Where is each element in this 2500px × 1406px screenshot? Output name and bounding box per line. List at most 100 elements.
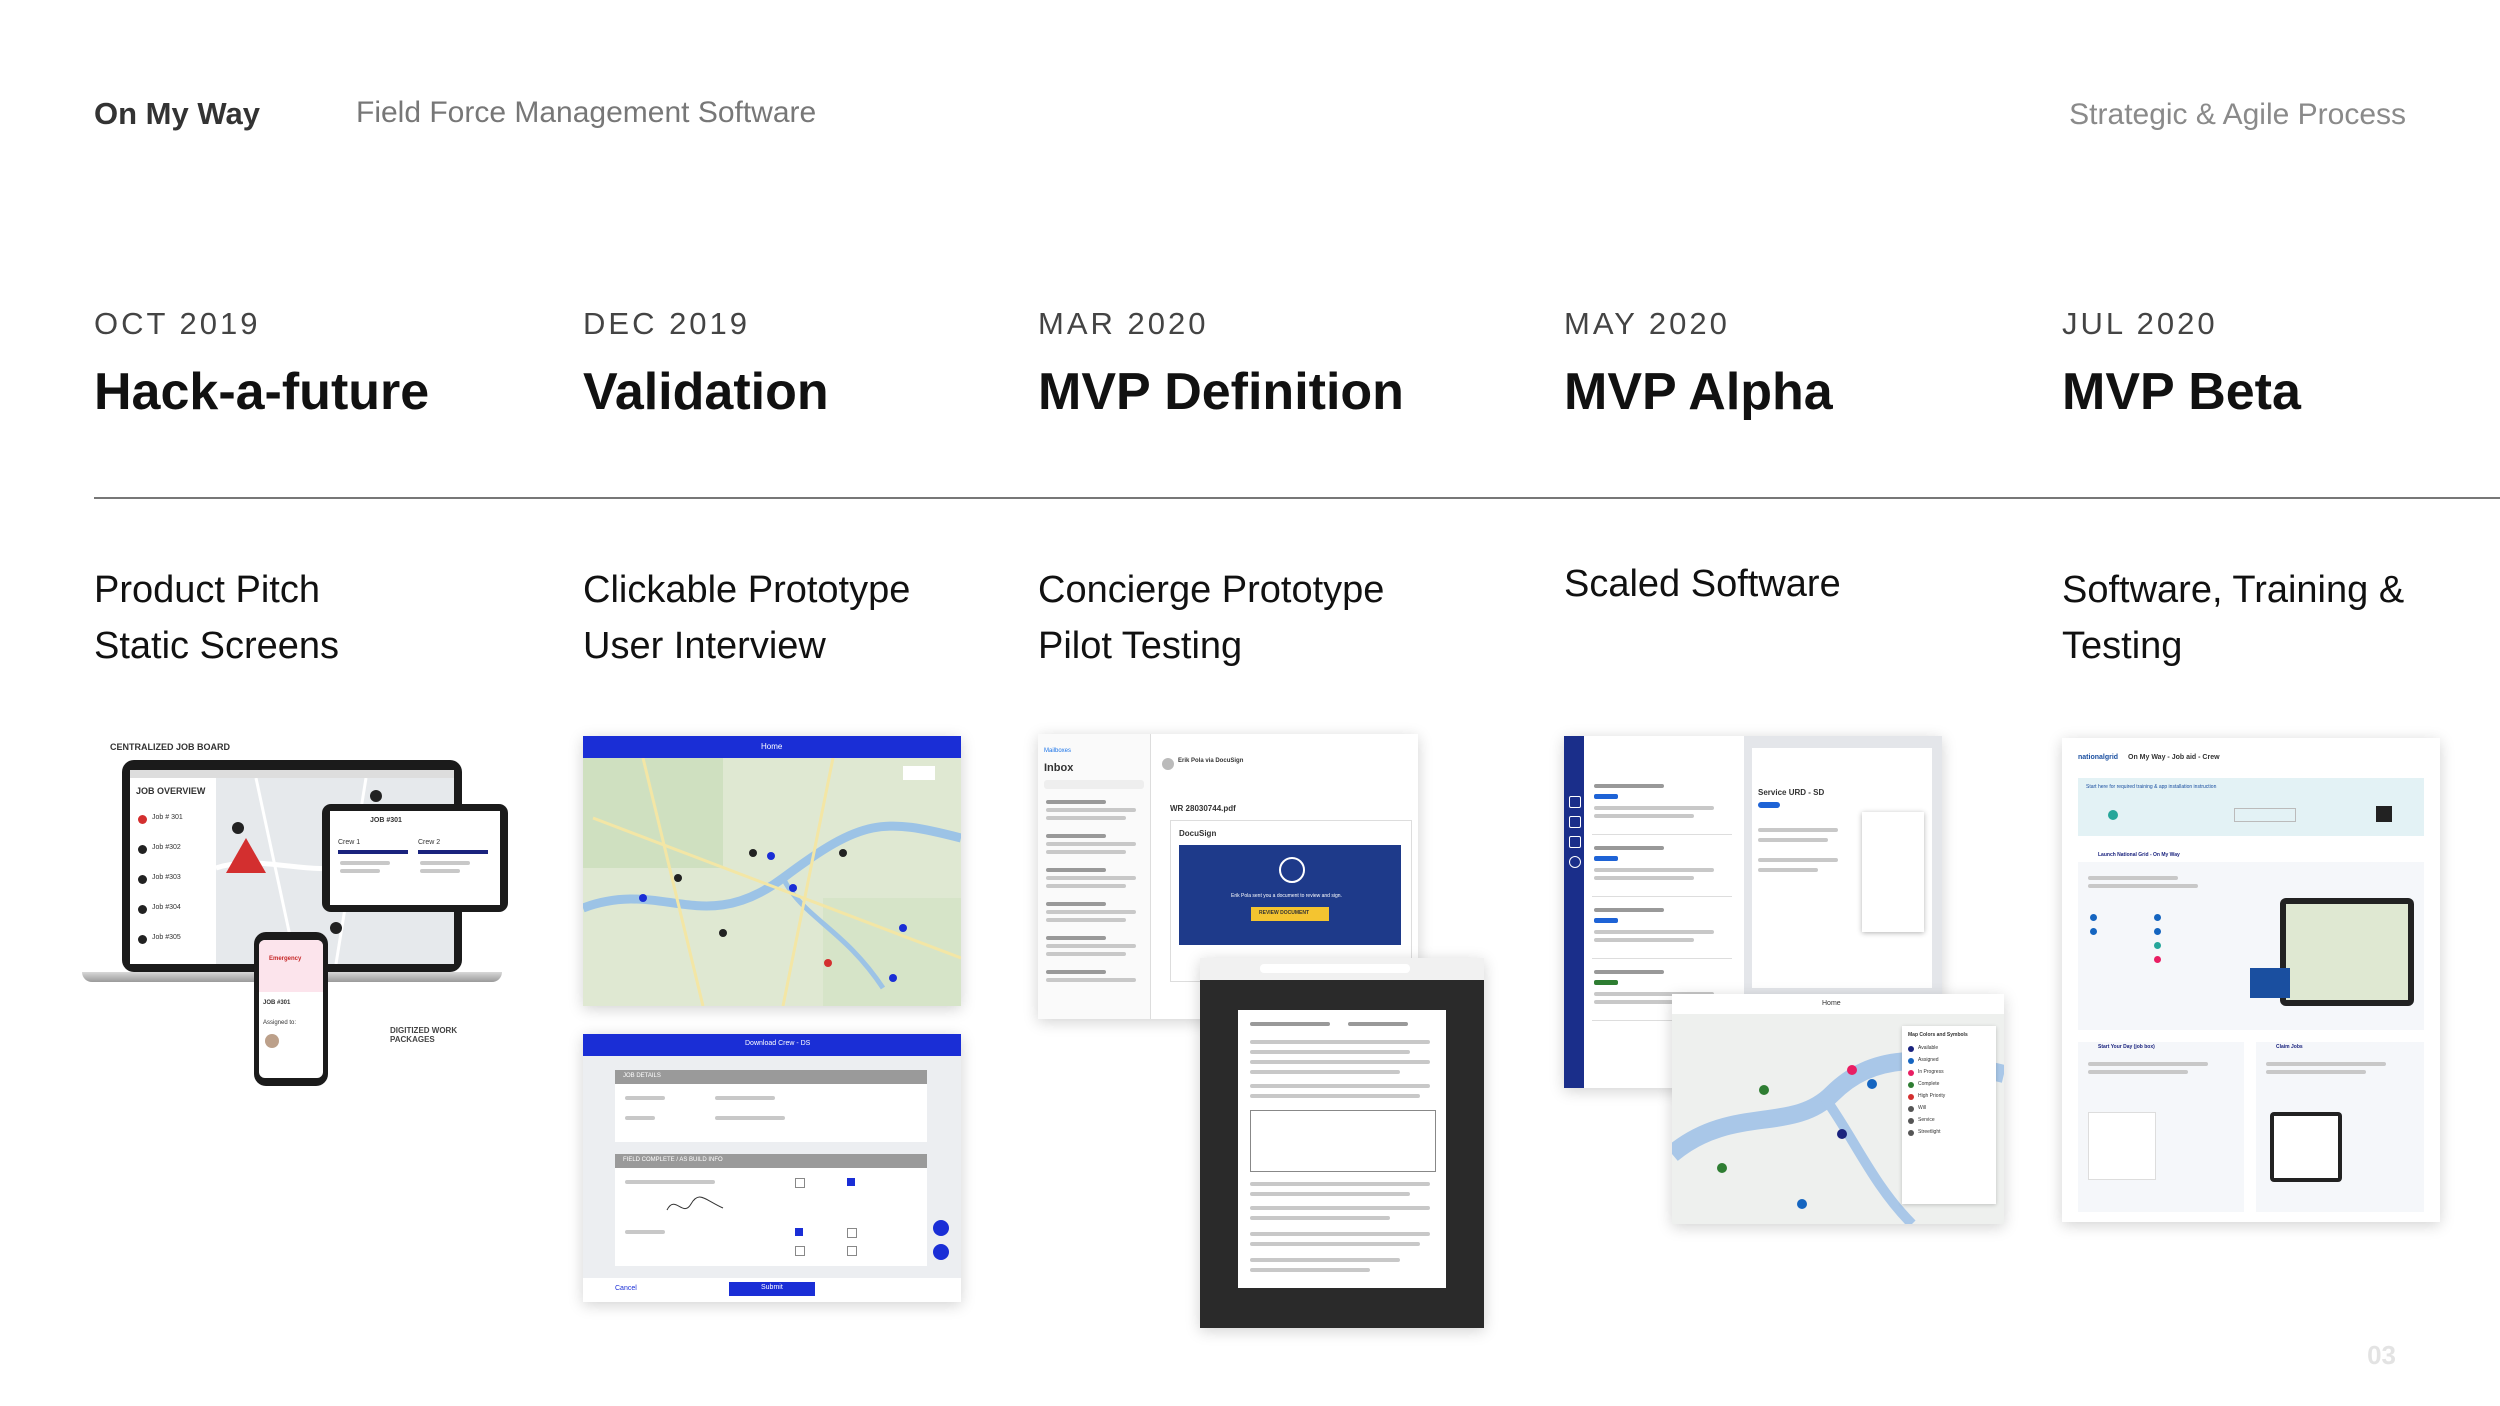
banner-text: Start here for required training & app i… — [2086, 784, 2217, 790]
search-input[interactable] — [1044, 780, 1144, 789]
validation-form-screen: Download Crew - DS JOB DETAILS FIELD COM… — [583, 1034, 961, 1302]
job-list-panel: JOB OVERVIEW Job # 301 Job #302 Job #303… — [130, 778, 216, 964]
desc-line-1: Software, Training & — [2062, 569, 2405, 611]
settings-icon[interactable] — [1569, 856, 1581, 868]
timeline-divider — [94, 497, 2500, 499]
job-item[interactable]: Job #304 — [152, 904, 181, 911]
inbox-title: Inbox — [1044, 762, 1074, 774]
job-aid-title: On My Way - Job aid - Crew — [2128, 754, 2220, 761]
assigned-label: Assigned to: — [263, 1020, 297, 1026]
service-detail-panel: Service URD - SD — [1744, 736, 1942, 996]
review-document-button[interactable]: REVIEW DOCUMENT — [1251, 907, 1329, 921]
cancel-button[interactable]: Cancel — [615, 1285, 637, 1292]
service-title: Service URD - SD — [1758, 788, 1825, 797]
legend-item: Service — [1918, 1117, 1935, 1123]
phase-mvp-beta: MVP Beta — [2062, 363, 2301, 421]
phone-job-title: JOB #301 — [263, 1000, 291, 1006]
phase-mvp-alpha: MVP Alpha — [1564, 363, 1833, 421]
review-text: Erik Pola sent you a document to review … — [1231, 893, 1342, 899]
mailboxes-link[interactable]: Mailboxes — [1044, 748, 1071, 754]
brand-title: On My Way — [94, 96, 260, 131]
crew-2-label: Crew 2 — [418, 839, 441, 846]
address-bar[interactable] — [1260, 964, 1410, 973]
list-icon[interactable] — [1569, 816, 1581, 828]
tablet-image — [2280, 898, 2414, 1006]
digitized-label: DIGITIZED WORK PACKAGES — [390, 1026, 458, 1044]
phase-hack-a-future: Hack-a-future — [94, 363, 430, 421]
job-item[interactable]: Job #302 — [152, 844, 181, 851]
date-mar-2020: MAR 2020 — [1038, 306, 1209, 341]
desc-line-2: Testing — [2062, 625, 2183, 667]
fab-icon[interactable] — [933, 1244, 949, 1260]
review-document-label: REVIEW DOCUMENT — [1259, 910, 1309, 916]
document-icon — [1279, 857, 1305, 883]
sender-name: Erik Pola via DocuSign — [1178, 758, 1244, 764]
crew-1-label: Crew 1 — [338, 839, 361, 846]
avatar — [265, 1034, 279, 1048]
submit-label: Submit — [761, 1284, 783, 1291]
checkbox[interactable] — [847, 1228, 857, 1238]
job-details-title: JOB DETAILS — [623, 1073, 661, 1079]
form-title: Download Crew - DS — [745, 1040, 811, 1047]
job-item[interactable]: Job #303 — [152, 874, 181, 881]
legend-item: Assigned — [1918, 1057, 1939, 1063]
home-icon[interactable] — [1569, 796, 1581, 808]
emergency-label: Emergency — [269, 956, 302, 962]
inbox-list: Mailboxes Inbox — [1038, 734, 1151, 1019]
date-may-2020: MAY 2020 — [1564, 306, 1730, 341]
legend-item: Available — [1918, 1045, 1939, 1051]
checkbox[interactable] — [795, 1228, 803, 1236]
app-badge — [2250, 968, 2290, 998]
docusign-banner: Erik Pola sent you a document to review … — [1179, 845, 1401, 945]
training-banner: Start here for required training & app i… — [2078, 778, 2424, 836]
checkbox[interactable] — [847, 1178, 855, 1186]
job-details-card: JOB DETAILS — [615, 1070, 927, 1142]
checkbox[interactable] — [795, 1178, 805, 1188]
nationalgrid-logo: nationalgrid — [2078, 754, 2119, 761]
map-header-title: Home — [1822, 1000, 1841, 1007]
checkbox[interactable] — [795, 1246, 805, 1256]
claim-jobs-title: Claim Jobs — [2276, 1044, 2303, 1050]
legend-item: Will — [1918, 1105, 1927, 1111]
date-jul-2020: JUL 2020 — [2062, 306, 2218, 341]
launch-section: Launch National Grid - On My Way — [2078, 850, 2424, 1030]
legend-item: Streetlight — [1918, 1129, 1941, 1135]
legend-item: In Progress — [1918, 1069, 1944, 1075]
legend-item: Complete — [1918, 1081, 1940, 1087]
beta-job-aid-screen: nationalgrid On My Way - Job aid - Crew … — [2062, 738, 2440, 1222]
job-pin-icon — [138, 875, 147, 884]
crew-dropdown[interactable] — [1862, 812, 1924, 932]
desc-line-2: Static Screens — [94, 625, 339, 667]
job-pin-icon — [138, 905, 147, 914]
hack-a-future-mockup: CENTRALIZED JOB BOARD JOB OVERVIEW Job #… — [82, 740, 514, 1090]
legend-item: High Priority — [1918, 1093, 1946, 1099]
start-day-section: Start Your Day (job box) — [2078, 1042, 2244, 1212]
job-overview-title: JOB OVERVIEW — [136, 786, 206, 796]
desc-line-1: Scaled Software — [1564, 563, 1841, 605]
start-day-title: Start Your Day (job box) — [2098, 1044, 2155, 1050]
chart-icon[interactable] — [1569, 836, 1581, 848]
alert-icon — [138, 815, 147, 824]
board-label: CENTRALIZED JOB BOARD — [110, 742, 231, 752]
tablet-screen: JOB #301 Crew 1 Crew 2 — [330, 811, 500, 905]
checkbox[interactable] — [847, 1246, 857, 1256]
alpha-map-screen: Home Map Colors and Symbols Available As… — [1672, 994, 2004, 1224]
date-oct-2019: OCT 2019 — [94, 306, 261, 341]
pdf-page — [1238, 1010, 1446, 1288]
job-item[interactable]: Job # 301 — [152, 814, 183, 821]
phone-screen: Emergency JOB #301 Assigned to: — [259, 940, 323, 1078]
phase-mvp-definition: MVP Definition — [1038, 363, 1404, 421]
form-header: Download Crew - DS — [583, 1034, 961, 1056]
validation-map-screen: Home — [583, 736, 961, 1006]
header-title: Home — [761, 742, 783, 751]
job-item[interactable]: Job #305 — [152, 934, 181, 941]
fab-icon[interactable] — [933, 1220, 949, 1236]
legend-title: Map Colors and Symbols — [1908, 1032, 1968, 1038]
attachment-name: WR 28030744.pdf — [1170, 804, 1236, 813]
tablet-frame: JOB #301 Crew 1 Crew 2 — [322, 804, 508, 912]
map — [583, 758, 961, 1006]
submit-button[interactable]: Submit — [729, 1282, 815, 1296]
avatar — [1162, 758, 1174, 770]
app-header: Home — [583, 736, 961, 758]
map-legend: Map Colors and Symbols Available Assigne… — [1902, 1026, 1996, 1204]
